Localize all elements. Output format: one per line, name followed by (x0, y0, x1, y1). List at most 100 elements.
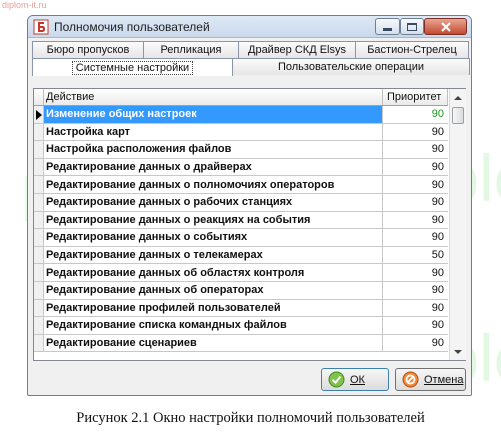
table-row[interactable]: Редактирование данных об операторах 90 (34, 281, 448, 300)
figure-caption: Рисунок 2.1 Окно настройки полномочий по… (76, 410, 425, 426)
cell-action[interactable]: Редактирование данных о телекамерах (44, 246, 383, 264)
cell-action[interactable]: Редактирование данных о реакциях на собы… (44, 211, 383, 229)
cell-priority[interactable]: 50 (383, 247, 448, 264)
table-row[interactable]: Настройка расположения файлов 90 (34, 141, 448, 159)
cell-priority[interactable]: 90 (383, 212, 448, 229)
table-row[interactable]: Редактирование данных о драйверах 90 (34, 158, 448, 177)
ok-label: ОК (350, 373, 365, 386)
cell-action[interactable]: Редактирование данных об областях контро… (44, 264, 383, 281)
cell-priority[interactable]: 90 (383, 124, 448, 141)
tab-system-settings[interactable]: Системные настройки (32, 58, 233, 76)
table-row[interactable]: Редактирование данных о телекамерах 50 (34, 246, 448, 265)
row-indicator[interactable] (34, 158, 44, 176)
cell-action[interactable]: Редактирование данных о полномочиях опер… (44, 176, 383, 193)
row-indicator[interactable] (34, 246, 44, 264)
cell-action[interactable]: Изменение общих настроек (44, 106, 383, 123)
table-row[interactable]: Редактирование сценариев 90 (34, 334, 448, 353)
table-row[interactable]: Редактирование данных о событиях 90 (34, 229, 448, 247)
cell-priority[interactable]: 90 (383, 194, 448, 211)
cell-priority[interactable]: 90 (383, 176, 448, 193)
table-row[interactable]: Редактирование профилей пользователей 90 (34, 299, 448, 318)
tab-label: Драйвер СКД Elsys (248, 44, 346, 56)
cell-priority[interactable]: 90 (383, 300, 448, 317)
cell-action[interactable]: Редактирование сценариев (44, 334, 383, 352)
column-header-priority[interactable]: Приоритет (383, 89, 448, 105)
tab-label: Системные настройки (71, 60, 194, 75)
maximize-button[interactable] (400, 18, 424, 35)
cell-priority[interactable]: 90 (383, 229, 448, 246)
ok-button[interactable]: ОК (321, 368, 389, 391)
cell-action[interactable]: Редактирование данных о событиях (44, 229, 383, 246)
row-indicator[interactable] (34, 229, 44, 246)
arrow-up-icon (454, 95, 462, 100)
vertical-scrollbar[interactable] (449, 89, 466, 360)
cell-action[interactable]: Редактирование списка командных файлов (44, 317, 383, 334)
scroll-up-button[interactable] (450, 89, 466, 106)
window-title: Полномочия пользователей (54, 20, 210, 34)
permissions-grid[interactable]: Действие Приоритет Изменение общих настр… (33, 88, 466, 361)
grid-header: Действие Приоритет (34, 89, 448, 106)
tab-control: Бюро пропусков Репликация Драйвер СКД El… (32, 41, 470, 76)
cell-action[interactable]: Редактирование профилей пользователей (44, 299, 383, 317)
row-indicator[interactable] (34, 299, 44, 317)
current-row-arrow-icon (36, 110, 42, 120)
row-indicator[interactable] (34, 334, 44, 352)
tab-label: Бюро пропусков (46, 44, 130, 56)
row-indicator[interactable] (34, 281, 44, 299)
dialog-window: Полномочия пользователей Бюро пропусков … (27, 15, 472, 396)
row-indicator[interactable] (34, 211, 44, 229)
scrollbar-thumb[interactable] (452, 107, 464, 124)
column-header-action[interactable]: Действие (44, 89, 383, 105)
row-indicator[interactable] (34, 264, 44, 281)
table-row[interactable]: Редактирование данных о реакциях на собы… (34, 211, 448, 230)
table-row[interactable]: Редактирование списка командных файлов 90 (34, 317, 448, 335)
site-label: diplom-it.ru (2, 0, 47, 10)
close-button[interactable] (424, 18, 467, 35)
cell-priority[interactable]: 90 (383, 264, 448, 281)
tab-replication[interactable]: Репликация (143, 41, 239, 58)
cell-action[interactable]: Редактирование данных об операторах (44, 281, 383, 299)
title-bar[interactable]: Полномочия пользователей (28, 16, 471, 38)
cell-priority[interactable]: 90 (383, 317, 448, 334)
tab-label: Бастион-Стрелец (367, 44, 457, 56)
tab-pass-bureau[interactable]: Бюро пропусков (32, 41, 144, 58)
cancel-button[interactable]: Отмена (395, 368, 466, 391)
cell-priority[interactable]: 90 (383, 141, 448, 158)
row-indicator[interactable] (34, 123, 44, 141)
tab-label: Репликация (160, 44, 222, 56)
table-row[interactable]: Редактирование данных о рабочих станциях… (34, 193, 448, 212)
row-indicator-header (34, 89, 44, 105)
tab-row-bottom: Системные настройки Пользовательские опе… (32, 58, 470, 76)
cell-action[interactable]: Редактирование данных о драйверах (44, 158, 383, 176)
minimize-button[interactable] (375, 18, 400, 35)
cell-priority[interactable]: 90 (383, 106, 448, 123)
row-indicator[interactable] (34, 317, 44, 334)
app-icon (33, 19, 49, 35)
checkmark-icon (328, 371, 345, 388)
cell-action[interactable]: Редактирование данных о рабочих станциях (44, 193, 383, 211)
cell-action[interactable]: Настройка расположения файлов (44, 141, 383, 158)
cell-priority[interactable]: 90 (383, 282, 448, 299)
table-row[interactable]: Настройка карт 90 (34, 123, 448, 142)
cell-priority[interactable]: 90 (383, 335, 448, 352)
tab-bastion-strelets[interactable]: Бастион-Стрелец (355, 41, 469, 58)
maximize-icon (407, 22, 417, 31)
tab-label: Пользовательские операции (277, 61, 425, 73)
table-row[interactable]: Редактирование данных о полномочиях опер… (34, 176, 448, 194)
tab-user-operations[interactable]: Пользовательские операции (232, 58, 470, 75)
cancel-label: Отмена (424, 373, 464, 386)
tab-elsys-driver[interactable]: Драйвер СКД Elsys (238, 41, 356, 58)
scroll-down-button[interactable] (450, 343, 466, 360)
row-indicator[interactable] (34, 176, 44, 193)
cell-action[interactable]: Настройка карт (44, 123, 383, 141)
cell-priority[interactable]: 90 (383, 159, 448, 176)
table-row[interactable]: Изменение общих настроек 90 (34, 106, 448, 124)
row-indicator[interactable] (34, 141, 44, 158)
table-row[interactable]: Редактирование данных об областях контро… (34, 264, 448, 282)
row-indicator[interactable] (34, 193, 44, 211)
row-indicator[interactable] (34, 106, 44, 123)
arrow-down-icon (454, 349, 462, 354)
minimize-icon (383, 28, 392, 31)
tab-row-top: Бюро пропусков Репликация Драйвер СКД El… (32, 41, 469, 58)
close-icon (440, 21, 451, 32)
